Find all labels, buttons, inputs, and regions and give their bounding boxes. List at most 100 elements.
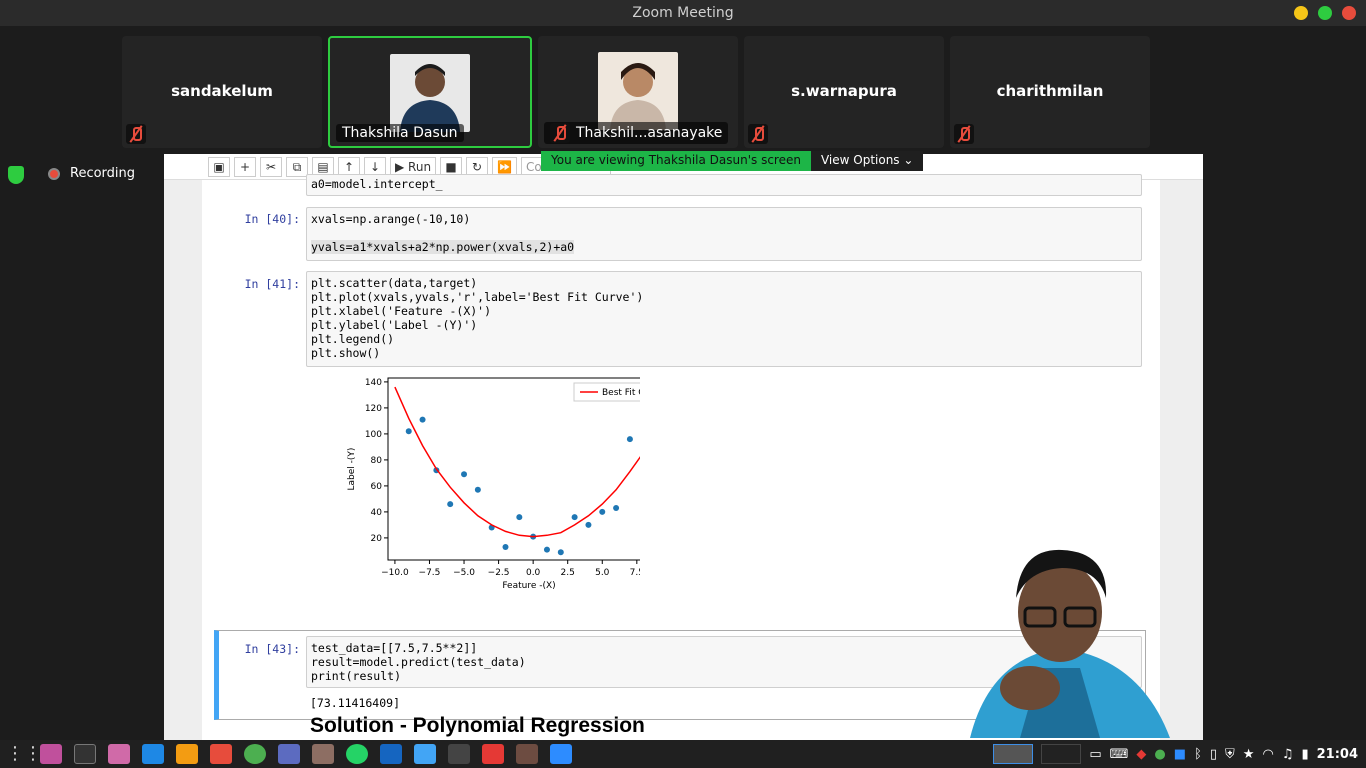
participant-tile[interactable]: charithmilan: [950, 36, 1150, 148]
vscode-icon[interactable]: [142, 744, 164, 764]
x-tick-label: 7.5: [630, 568, 640, 578]
zoom-icon[interactable]: [550, 744, 572, 764]
scatter-point: [585, 521, 592, 528]
x-axis-label: Feature -(X): [502, 581, 555, 590]
meeting-stage: sandakelum Thakshila Dasun Thakshil...as…: [0, 26, 1366, 740]
office-icon[interactable]: [210, 744, 232, 764]
workspace-preview[interactable]: [993, 744, 1034, 764]
muted-mic-icon: [954, 124, 974, 144]
scatter-point: [461, 471, 468, 478]
minimize-button[interactable]: [1294, 6, 1308, 20]
chrome-tray-icon[interactable]: ●: [1154, 747, 1165, 762]
viewing-screen-message: You are viewing Thakshila Dasun's screen: [541, 151, 811, 171]
anydesk-icon[interactable]: ◆: [1136, 747, 1146, 762]
add-cell-icon[interactable]: +: [234, 157, 256, 177]
display-icon[interactable]: ▭: [1089, 747, 1101, 762]
x-tick-label: 0.0: [526, 568, 541, 578]
view-options-button[interactable]: View Options ⌄: [810, 151, 924, 171]
cut-icon[interactable]: ✂: [260, 157, 282, 177]
settings-icon[interactable]: [516, 744, 538, 764]
participant-name: s.warnapura: [791, 82, 897, 100]
star-icon[interactable]: ★: [1243, 747, 1255, 762]
code-line: plt.legend(): [311, 332, 395, 346]
participant-tile[interactable]: sandakelum: [122, 36, 322, 148]
y-tick-label: 120: [365, 404, 382, 414]
zoom-tray-icon[interactable]: ■: [1174, 747, 1186, 762]
cell-prompt: In [40]:: [244, 212, 300, 226]
window-title: Zoom Meeting: [632, 5, 734, 21]
save-icon[interactable]: ▣: [208, 157, 230, 177]
participant-name-label: Thakshil...asanayake: [544, 122, 729, 144]
maximize-button[interactable]: [1318, 6, 1332, 20]
code-line: yvals=a1*xvals+a2*np.power(xvals,2)+a0: [311, 240, 575, 254]
close-button[interactable]: [1342, 6, 1356, 20]
security-shield-icon[interactable]: [8, 166, 24, 184]
scatter-point: [613, 505, 620, 511]
inkscape-icon[interactable]: [448, 744, 470, 764]
battery-icon[interactable]: ▮: [1301, 747, 1308, 762]
screenshot-icon[interactable]: [414, 744, 436, 764]
clock[interactable]: 21:04: [1317, 747, 1358, 762]
wifi-icon[interactable]: ◠: [1262, 747, 1273, 762]
keyboard-icon[interactable]: ⌨: [1110, 747, 1129, 762]
chrome-icon[interactable]: [244, 744, 266, 764]
code-cell[interactable]: xvals=np.arange(-10,10) yvals=a1*xvals+a…: [306, 207, 1142, 261]
legend-label: Best Fit Curve: [602, 388, 640, 398]
recording-indicator[interactable]: Recording: [48, 166, 135, 181]
participant-tile-active-speaker[interactable]: Thakshila Dasun: [328, 36, 532, 148]
presenter-video: [970, 549, 1170, 738]
code-cell-partial[interactable]: a0=model.intercept_: [306, 174, 1142, 196]
code-line: plt.show(): [311, 346, 381, 360]
screen-share-banner: You are viewing Thakshila Dasun's screen…: [541, 151, 924, 171]
x-tick-label: −10.0: [381, 568, 409, 578]
y-tick-label: 100: [365, 430, 382, 440]
muted-mic-icon: [748, 124, 768, 144]
section-heading: Solution - Polynomial Regression: [310, 714, 645, 737]
bluetooth-icon[interactable]: ᛒ: [1194, 747, 1202, 762]
scatter-point: [502, 544, 509, 550]
code-line: result=model.predict(test_data): [311, 655, 526, 669]
view-options-label: View Options: [820, 153, 900, 167]
gimp-icon[interactable]: [312, 744, 334, 764]
app-grid-icon[interactable]: ⋮⋮: [6, 744, 42, 764]
shield-tray-icon[interactable]: ⛨: [1225, 747, 1235, 762]
y-tick-label: 140: [365, 378, 382, 388]
code-line: print(result): [311, 669, 402, 683]
scatter-point: [516, 514, 523, 521]
whatsapp-icon[interactable]: [346, 744, 368, 764]
cell-output: [73.11416409]: [310, 696, 401, 710]
y-axis-label: Label -(Y): [347, 448, 357, 491]
muted-mic-icon: [126, 124, 146, 144]
git-icon[interactable]: [482, 744, 504, 764]
plot-area: [387, 377, 640, 561]
code-line: xvals=np.arange(-10,10): [311, 212, 471, 226]
participant-tile[interactable]: s.warnapura: [744, 36, 944, 148]
participant-tile[interactable]: Thakshil...asanayake: [538, 36, 738, 148]
mail-icon[interactable]: [278, 744, 300, 764]
music-icon[interactable]: ♫: [1282, 747, 1294, 762]
code-line: plt.xlabel('Feature -(X)'): [311, 304, 492, 318]
scatter-point: [571, 514, 578, 521]
copy-icon[interactable]: ⧉: [286, 157, 308, 177]
participant-name-label: Thakshila Dasun: [336, 124, 464, 142]
scatter-point: [543, 546, 550, 553]
code-line: plt.scatter(data,target): [311, 276, 478, 290]
record-icon: [48, 167, 60, 180]
code-cell[interactable]: plt.scatter(data,target) plt.plot(xvals,…: [306, 271, 1142, 367]
x-tick-label: 5.0: [595, 568, 610, 578]
scatter-point: [447, 501, 454, 508]
files-icon[interactable]: [108, 744, 130, 764]
shared-screen[interactable]: ▣ + ✂ ⧉ ▤ ↑ ↓ ▶ Run ■ ↻ ⏩ Co a0=model.in…: [164, 154, 1203, 740]
scatter-point: [599, 508, 606, 515]
sublime-icon[interactable]: [176, 744, 198, 764]
x-tick-label: 2.5: [561, 568, 575, 578]
workspace-preview[interactable]: [1041, 744, 1082, 764]
scatter-point: [626, 436, 633, 443]
system-tray: ▭ ⌨ ◆ ● ■ ᛒ ▯ ⛨ ★ ◠ ♫ ▮ 21:04: [993, 740, 1358, 768]
chevron-down-icon: ⌄: [903, 153, 914, 167]
cell-prompt: In [43]:: [244, 642, 300, 656]
terminal-icon[interactable]: [74, 744, 96, 764]
clipboard-icon[interactable]: ▯: [1210, 747, 1217, 762]
workspace-icon[interactable]: [40, 744, 62, 764]
outlook-icon[interactable]: [380, 744, 402, 764]
